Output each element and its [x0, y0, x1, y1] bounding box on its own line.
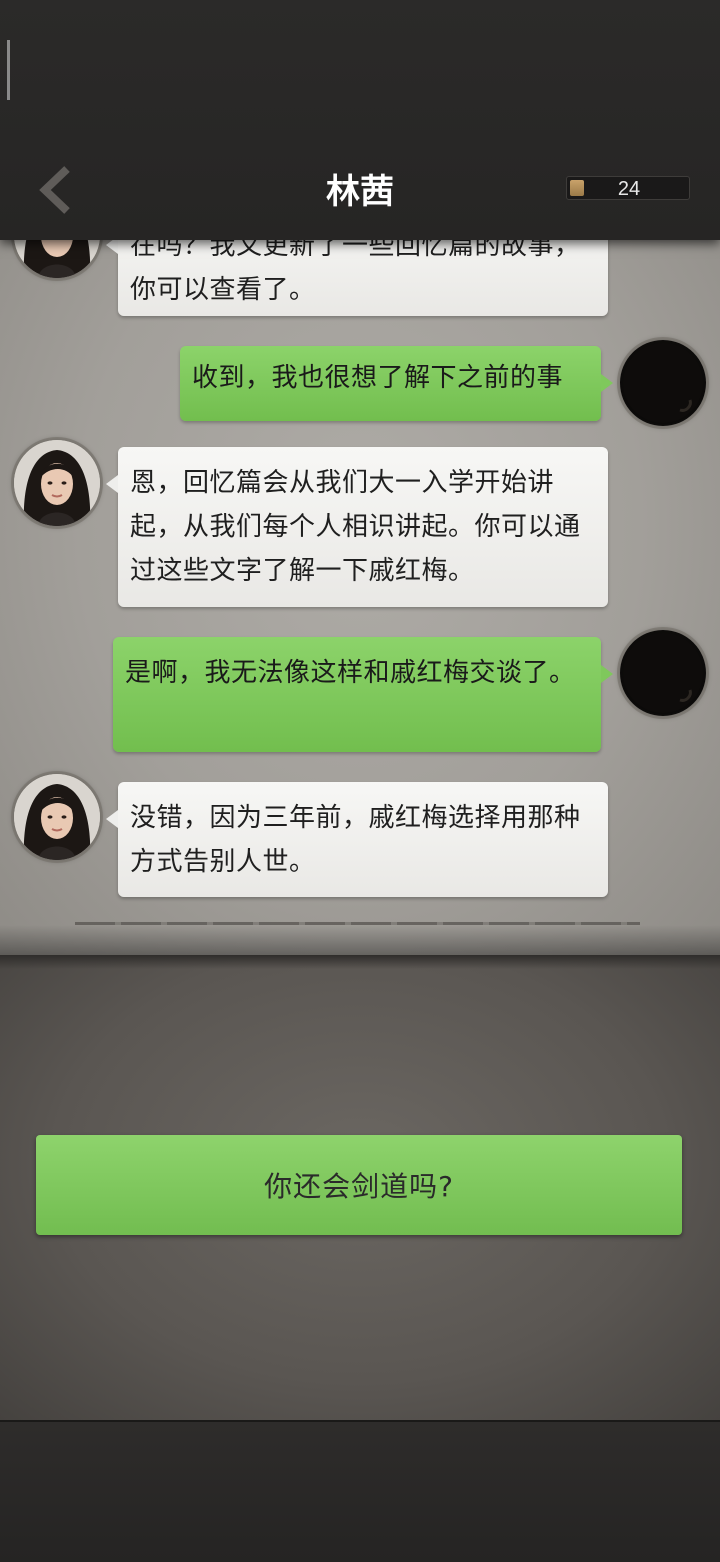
shadow-avatar-icon	[623, 633, 703, 713]
message-text: 收到，我也很想了解下之前的事	[192, 363, 564, 393]
message-bubble-incoming: 没错，因为三年前，戚红梅选择用那种方式告别人世。	[106, 782, 608, 897]
message-text: 恩，回忆篇会从我们大一入学开始讲起，从我们每个人相识讲起。你可以通过这些文字了解…	[130, 468, 581, 586]
girl-portrait-icon	[14, 440, 100, 526]
contact-avatar[interactable]	[14, 240, 100, 278]
bottom-bar	[0, 1420, 720, 1562]
message-text: 没错，因为三年前，戚红梅选择用那种方式告别人世。	[130, 803, 581, 877]
message-text: 是啊，我无法像这样和戚红梅交谈了。	[125, 658, 576, 688]
energy-counter: 24	[566, 176, 690, 200]
chat-list[interactable]: 在吗？我又更新了一些回忆篇的故事，你可以查看了。 收到，我也很想了解下之前的事 …	[0, 240, 720, 955]
message-bubble-incoming: 恩，回忆篇会从我们大一入学开始讲起，从我们每个人相识讲起。你可以通过这些文字了解…	[106, 447, 608, 607]
player-avatar[interactable]	[620, 630, 706, 716]
message-bubble-incoming: 在吗？我又更新了一些回忆篇的故事，你可以查看了。	[106, 240, 608, 316]
message-text: 在吗？我又更新了一些回忆篇的故事，你可以查看了。	[130, 240, 581, 305]
girl-portrait-icon	[14, 774, 100, 860]
status-indicator	[7, 40, 10, 100]
paper-tear-divider	[75, 922, 640, 925]
contact-avatar[interactable]	[14, 774, 100, 860]
reply-choice-label: 你还会剑道吗?	[264, 1170, 454, 1203]
contact-avatar[interactable]	[14, 440, 100, 526]
reply-panel: 你还会剑道吗?	[0, 955, 720, 1420]
player-avatar[interactable]	[620, 340, 706, 426]
top-bar: 林茜 24	[0, 0, 720, 240]
message-bubble-outgoing: 是啊，我无法像这样和戚红梅交谈了。	[113, 637, 613, 752]
reply-choice-button[interactable]: 你还会剑道吗?	[36, 1135, 682, 1235]
girl-portrait-icon	[14, 240, 100, 278]
energy-count: 24	[617, 178, 641, 200]
shadow-avatar-icon	[623, 343, 703, 423]
message-bubble-outgoing: 收到，我也很想了解下之前的事	[180, 346, 613, 421]
